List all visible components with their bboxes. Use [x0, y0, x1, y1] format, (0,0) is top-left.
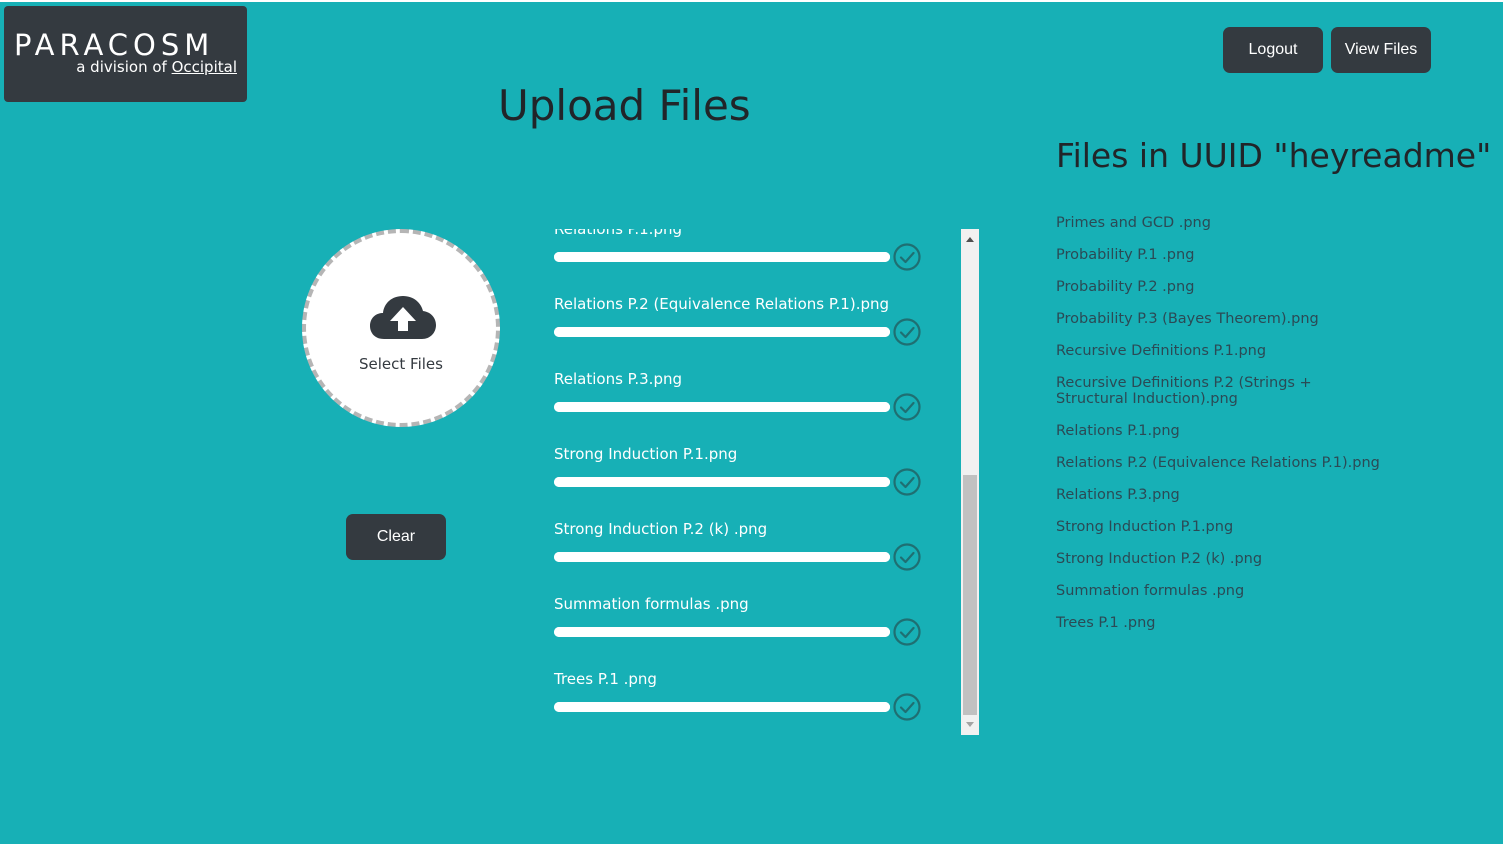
- upload-progress-fill: [554, 327, 890, 337]
- upload-progress-fill: [554, 627, 890, 637]
- file-list-item: Strong Induction P.1.png: [1056, 519, 1234, 535]
- upload-progress-list[interactable]: Relations P.1.png Relations P.2 (Equivale…: [540, 229, 960, 734]
- file-list-item: Probability P.1 .png: [1056, 247, 1195, 263]
- file-list-item: Summation formulas .png: [1056, 583, 1245, 599]
- logo-tagline: a division of Occipital: [76, 58, 237, 76]
- cloud-upload-icon: [370, 296, 436, 339]
- upload-list-scrollbar[interactable]: [961, 229, 979, 735]
- upload-progress-bar: [554, 327, 890, 337]
- upload-progress-bar: [554, 552, 890, 562]
- upload-progress-bar: [554, 402, 890, 412]
- upload-progress-fill: [554, 252, 890, 262]
- file-list-item: Recursive Definitions P.2 (Strings + Str…: [1056, 375, 1312, 407]
- uploaded-files-list: Primes and GCD .png Probability P.1 .png P…: [1056, 215, 1386, 647]
- files-panel-title: Files in UUID "heyreadme": [1056, 136, 1492, 175]
- upload-item: Relations P.3.png: [554, 369, 934, 444]
- upload-item: Trees P.1 .png: [554, 669, 934, 734]
- upload-file-name: Relations P.3.png: [554, 370, 682, 388]
- upload-progress-fill: [554, 402, 890, 412]
- file-list-item: Probability P.2 .png: [1056, 279, 1195, 295]
- upload-file-name: Relations P.1.png: [554, 229, 682, 238]
- file-list-item: Strong Induction P.2 (k) .png: [1056, 551, 1263, 567]
- upload-file-name: Summation formulas .png: [554, 595, 749, 613]
- upload-progress-bar: [554, 252, 890, 262]
- file-list-item: Probability P.3 (Bayes Theorem).png: [1056, 311, 1319, 327]
- select-files-dropzone[interactable]: Select Files: [302, 229, 500, 427]
- upload-progress-bar: [554, 627, 890, 637]
- upload-item: Relations P.1.png: [554, 229, 934, 294]
- upload-file-name: Relations P.2 (Equivalence Relations P.1…: [554, 295, 890, 313]
- upload-progress-bar: [554, 477, 890, 487]
- paracosm-logo[interactable]: PARACOSM a division of Occipital: [4, 6, 247, 102]
- view-files-button[interactable]: View Files: [1331, 27, 1431, 73]
- page-background: PARACOSM a division of Occipital Logout …: [0, 2, 1503, 844]
- select-files-label: Select Files: [359, 355, 443, 373]
- check-circle-icon: [893, 393, 921, 421]
- upload-progress-fill: [554, 477, 890, 487]
- file-list-item: Relations P.3.png: [1056, 487, 1180, 503]
- file-list-item: Primes and GCD .png: [1056, 215, 1211, 231]
- file-list-item: Relations P.1.png: [1056, 423, 1180, 439]
- scroll-up-arrow-icon[interactable]: [965, 235, 975, 243]
- upload-item: Strong Induction P.2 (k) .png: [554, 519, 934, 594]
- logout-button[interactable]: Logout: [1223, 27, 1323, 73]
- upload-file-name: Strong Induction P.2 (k) .png: [554, 520, 768, 538]
- check-circle-icon: [893, 693, 921, 721]
- upload-item: Strong Induction P.1.png: [554, 444, 934, 519]
- check-circle-icon: [893, 243, 921, 271]
- upload-file-name: Trees P.1 .png: [554, 670, 657, 688]
- upload-progress-fill: [554, 702, 890, 712]
- file-list-item: Recursive Definitions P.1.png: [1056, 343, 1267, 359]
- scroll-down-arrow-icon[interactable]: [965, 721, 975, 729]
- check-circle-icon: [893, 468, 921, 496]
- scroll-thumb[interactable]: [963, 475, 977, 715]
- page-title: Upload Files: [498, 81, 751, 130]
- upload-item: Relations P.2 (Equivalence Relations P.1…: [554, 294, 934, 369]
- check-circle-icon: [893, 543, 921, 571]
- check-circle-icon: [893, 318, 921, 346]
- file-list-item: Trees P.1 .png: [1056, 615, 1156, 631]
- file-list-item: Relations P.2 (Equivalence Relations P.1…: [1056, 455, 1380, 471]
- upload-progress-fill: [554, 552, 890, 562]
- occipital-link[interactable]: Occipital: [172, 58, 237, 76]
- upload-item: Summation formulas .png: [554, 594, 934, 669]
- tagline-prefix: a division of: [76, 58, 167, 76]
- check-circle-icon: [893, 618, 921, 646]
- logo-wordmark: PARACOSM: [14, 28, 215, 62]
- upload-progress-bar: [554, 702, 890, 712]
- upload-file-name: Strong Induction P.1.png: [554, 445, 738, 463]
- clear-button[interactable]: Clear: [346, 514, 446, 560]
